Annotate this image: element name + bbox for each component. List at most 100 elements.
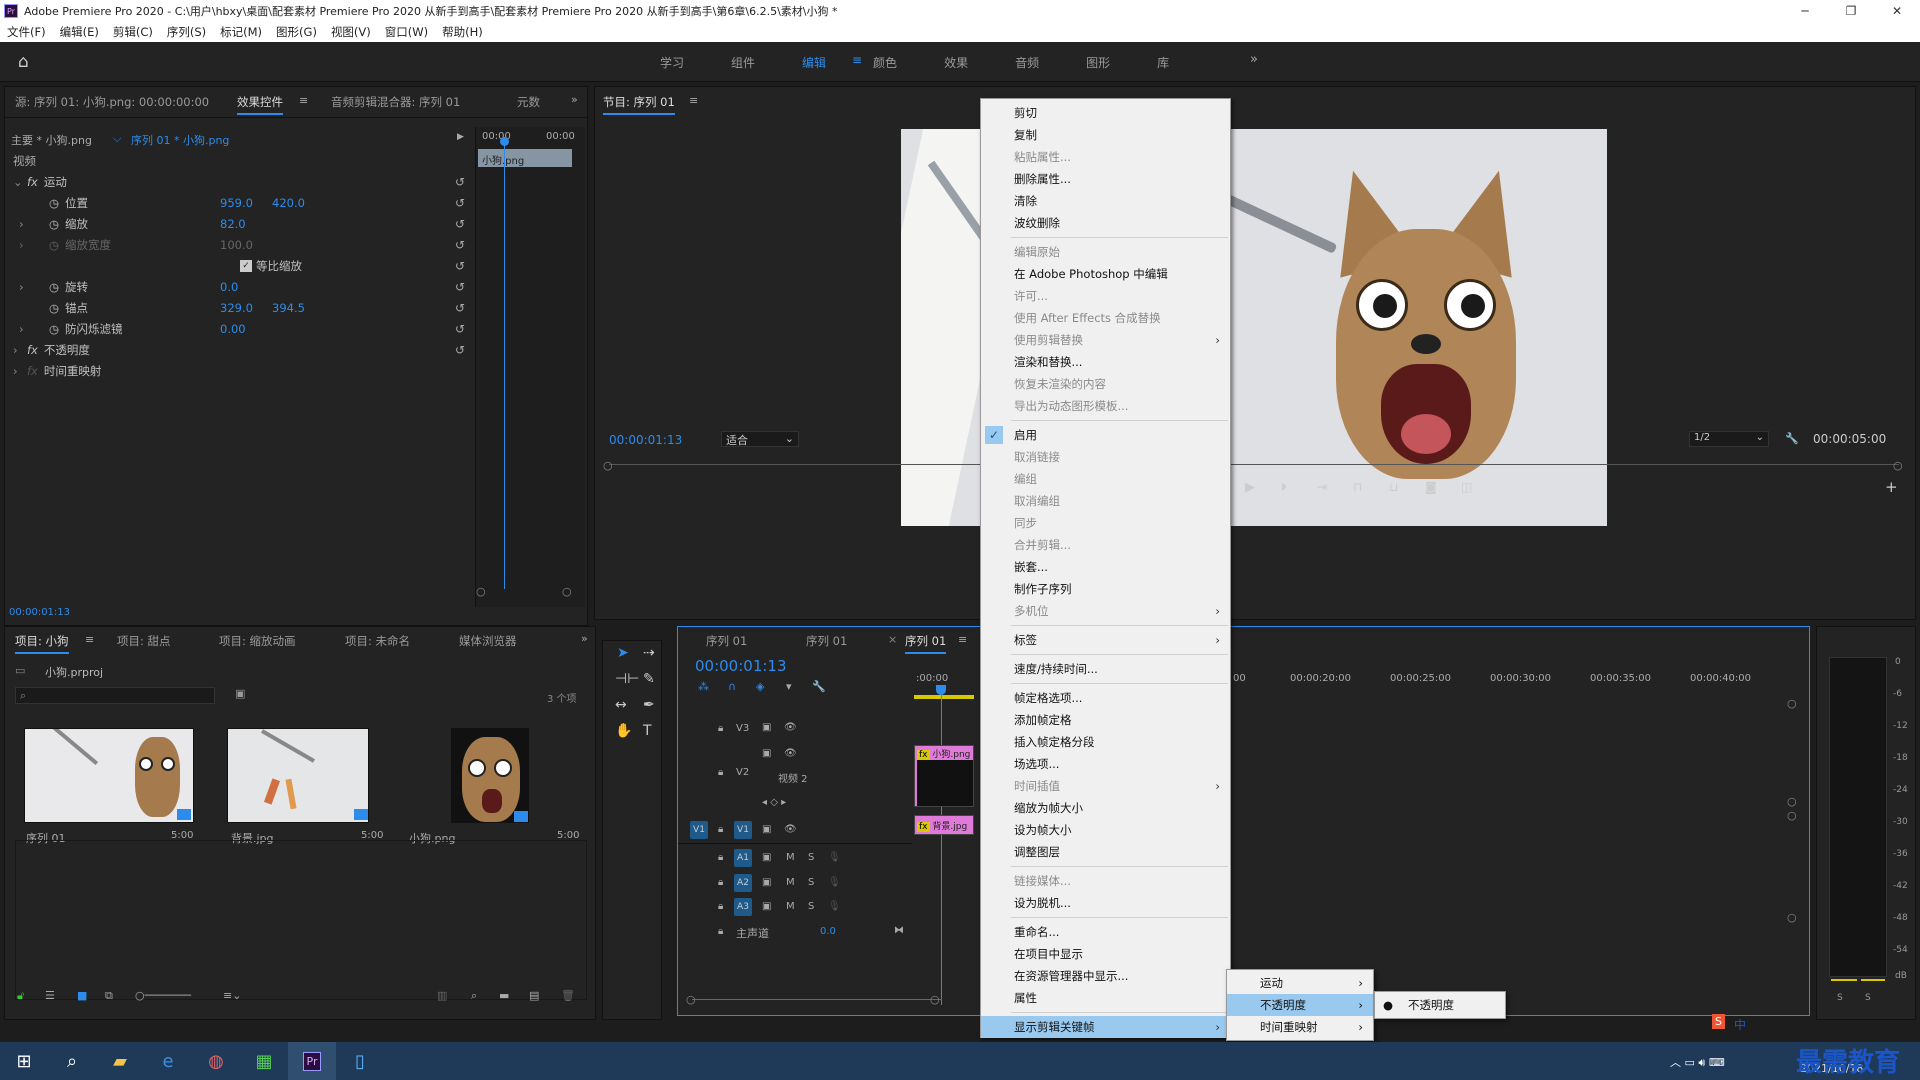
file-explorer-icon[interactable]: ▰ <box>96 1042 144 1080</box>
track-a2-target[interactable]: A2 <box>734 874 752 892</box>
zoom-slider[interactable]: ○─────── <box>135 989 191 1002</box>
phone-app-icon[interactable]: ▯ <box>336 1042 384 1080</box>
minimize-button[interactable]: ─ <box>1782 0 1828 22</box>
lock-icon[interactable]: 🔒︎ <box>718 852 723 863</box>
menu-sequence[interactable]: 序列(S) <box>160 24 213 40</box>
chevron-down-icon[interactable]: ⌵ <box>113 132 121 146</box>
sync-lock-icon[interactable]: ▣ <box>762 877 771 888</box>
eye-icon[interactable]: 👁︎ <box>784 748 797 759</box>
clip-dog[interactable]: fx 小狗.png <box>914 745 974 807</box>
home-icon[interactable]: ⌂ <box>18 52 29 72</box>
tab-sequence-1[interactable]: 序列 01 <box>706 633 747 649</box>
context-menu-item[interactable]: 在资源管理器中显示... <box>981 965 1230 987</box>
zoom-end-handle[interactable]: ○ <box>930 993 940 1006</box>
solo-a2[interactable]: S <box>808 877 814 888</box>
paint-icon[interactable]: ◍ <box>192 1042 240 1080</box>
context-menu-item[interactable]: 剪切 <box>981 102 1230 124</box>
menu-graphics[interactable]: 图形(G) <box>269 24 324 40</box>
tab-audio-clip-mixer[interactable]: 音频剪辑混合器: 序列 01 <box>331 94 460 110</box>
windows-start-icon[interactable]: ⊞ <box>0 1042 48 1080</box>
panel-menu-icon[interactable]: ≡ <box>85 633 94 646</box>
opacity-effect-row[interactable]: › fx 不透明度 ↺ <box>13 340 473 360</box>
automate-icon[interactable]: ▥ <box>437 989 447 1002</box>
effect-timeline[interactable]: 00:00 00:00 小狗.png ○ ○ <box>475 127 585 607</box>
tab-source[interactable]: 源: 序列 01: 小狗.png: 00:00:00:00 <box>15 94 209 110</box>
hand-tool-icon[interactable]: ✋ <box>615 723 632 739</box>
menu-file[interactable]: 文件(F) <box>0 24 53 40</box>
premiere-taskbar-icon[interactable]: Pr <box>288 1042 336 1080</box>
context-menu-item[interactable]: 删除属性... <box>981 168 1230 190</box>
context-menu-item[interactable]: 速度/持续时间... <box>981 658 1230 680</box>
lock-icon[interactable]: 🔒︎ <box>718 723 723 734</box>
context-menu-item[interactable]: 复制 <box>981 124 1230 146</box>
motion-effect-row[interactable]: ⌄ fx 运动 ↺ <box>13 172 473 192</box>
lift-icon[interactable]: ⊓ <box>1353 480 1362 494</box>
menu-clip[interactable]: 剪辑(C) <box>106 24 160 40</box>
project-item-thumbnail[interactable] <box>227 728 369 823</box>
workspace-libraries[interactable]: 库 <box>1157 54 1169 71</box>
add-button-icon[interactable]: + <box>1885 478 1898 496</box>
submenu-opacity-property[interactable]: ● 不透明度 <box>1375 994 1505 1016</box>
panel-overflow-icon[interactable]: » <box>581 632 588 645</box>
menu-help[interactable]: 帮助(H) <box>435 24 490 40</box>
context-menu-item[interactable]: 嵌套... <box>981 556 1230 578</box>
sequence-clip-label[interactable]: 序列 01 * 小狗.png <box>131 132 229 148</box>
property-row-antiflicker[interactable]: › ◷ 防闪烁滤镜 0.00 ↺ <box>13 319 473 339</box>
workspace-effects[interactable]: 效果 <box>944 54 968 71</box>
context-menu-item[interactable]: 在项目中显示 <box>981 943 1230 965</box>
eye-icon[interactable]: 👁︎ <box>784 824 797 835</box>
go-to-out-icon[interactable]: ⇥ <box>1317 480 1327 494</box>
scrub-end-handle[interactable]: ○ <box>1893 459 1903 472</box>
more-workspaces-icon[interactable]: » <box>1250 52 1258 67</box>
submenu-time-remap[interactable]: 时间重映射 › <box>1227 1016 1373 1038</box>
tab-project-dog[interactable]: 项目: 小狗 <box>15 633 69 654</box>
timeline-playhead-handle[interactable] <box>936 685 946 695</box>
sort-icon[interactable]: ≡⌄ <box>223 989 241 1002</box>
project-bin-area[interactable] <box>15 840 587 1000</box>
track-v1-target[interactable]: V1 <box>734 821 752 839</box>
lock-icon[interactable]: 🔒︎ <box>718 767 723 778</box>
resolution-dropdown[interactable]: 1/2 ⌄ <box>1689 431 1769 447</box>
close-button[interactable]: ✕ <box>1874 0 1920 22</box>
context-menu-item[interactable]: 调整图层 <box>981 841 1230 863</box>
lock-icon[interactable]: 🔓︎ <box>17 989 24 1003</box>
playhead[interactable] <box>504 139 505 589</box>
master-volume[interactable]: 0.0 <box>820 926 836 937</box>
workspace-assembly[interactable]: 组件 <box>731 54 755 71</box>
vertical-scrollbar[interactable]: ○ ○ ○ ○ <box>1787 697 1797 997</box>
menu-view[interactable]: 视图(V) <box>324 24 378 40</box>
razor-tool-icon[interactable]: ✎ <box>643 671 655 687</box>
property-row-anchor[interactable]: ◷ 锚点 329.0 394.5 ↺ <box>13 298 473 318</box>
solo-left[interactable]: S <box>1837 993 1843 1003</box>
snap-icon[interactable]: ⁂ <box>698 680 709 693</box>
sync-lock-icon[interactable]: ▣ <box>762 748 771 759</box>
linked-selection-icon[interactable]: ◈ <box>756 680 764 693</box>
horizontal-scrollbar[interactable] <box>692 999 942 1000</box>
sync-lock-icon[interactable]: ▣ <box>762 722 771 733</box>
scroll-start-handle[interactable]: ○ <box>476 585 486 598</box>
tab-project-untitled[interactable]: 项目: 未命名 <box>345 633 410 649</box>
panel-menu-icon[interactable]: ≡ <box>299 94 308 107</box>
master-clip-label[interactable]: 主要 * 小狗.png <box>11 132 92 148</box>
context-menu-item[interactable]: 插入帧定格分段 <box>981 731 1230 753</box>
step-forward-icon[interactable]: ⏵ <box>1281 480 1287 495</box>
search-input[interactable]: ⌕ <box>15 687 215 704</box>
context-menu-item[interactable]: 制作子序列 <box>981 578 1230 600</box>
panel-menu-icon[interactable]: ≡ <box>958 633 967 646</box>
list-view-icon[interactable]: ☰ <box>45 989 55 1002</box>
icon-view-icon[interactable]: ■ <box>77 989 87 1002</box>
program-timecode[interactable]: 00:00:01:13 <box>609 433 682 447</box>
mute-a3[interactable]: M <box>786 901 795 912</box>
lock-icon[interactable]: 🔒︎ <box>718 901 723 912</box>
sync-lock-icon[interactable]: ▣ <box>762 852 771 863</box>
workspace-editing[interactable]: 编辑 <box>802 54 826 71</box>
export-frame-icon[interactable]: ◙ <box>1425 480 1437 494</box>
menu-markers[interactable]: 标记(M) <box>213 24 269 40</box>
program-scrubber[interactable] <box>609 464 1899 465</box>
ripple-edit-tool-icon[interactable]: ⊣⊢ <box>615 671 639 687</box>
context-menu-item[interactable]: 渲染和替换... <box>981 351 1230 373</box>
workspace-learn[interactable]: 学习 <box>660 54 684 71</box>
context-menu-item[interactable]: 在 Adobe Photoshop 中编辑 <box>981 263 1230 285</box>
panel-overflow-icon[interactable]: » <box>571 93 578 106</box>
keyframe-nav-icon[interactable]: ◂ ◇ ▸ <box>762 797 786 808</box>
